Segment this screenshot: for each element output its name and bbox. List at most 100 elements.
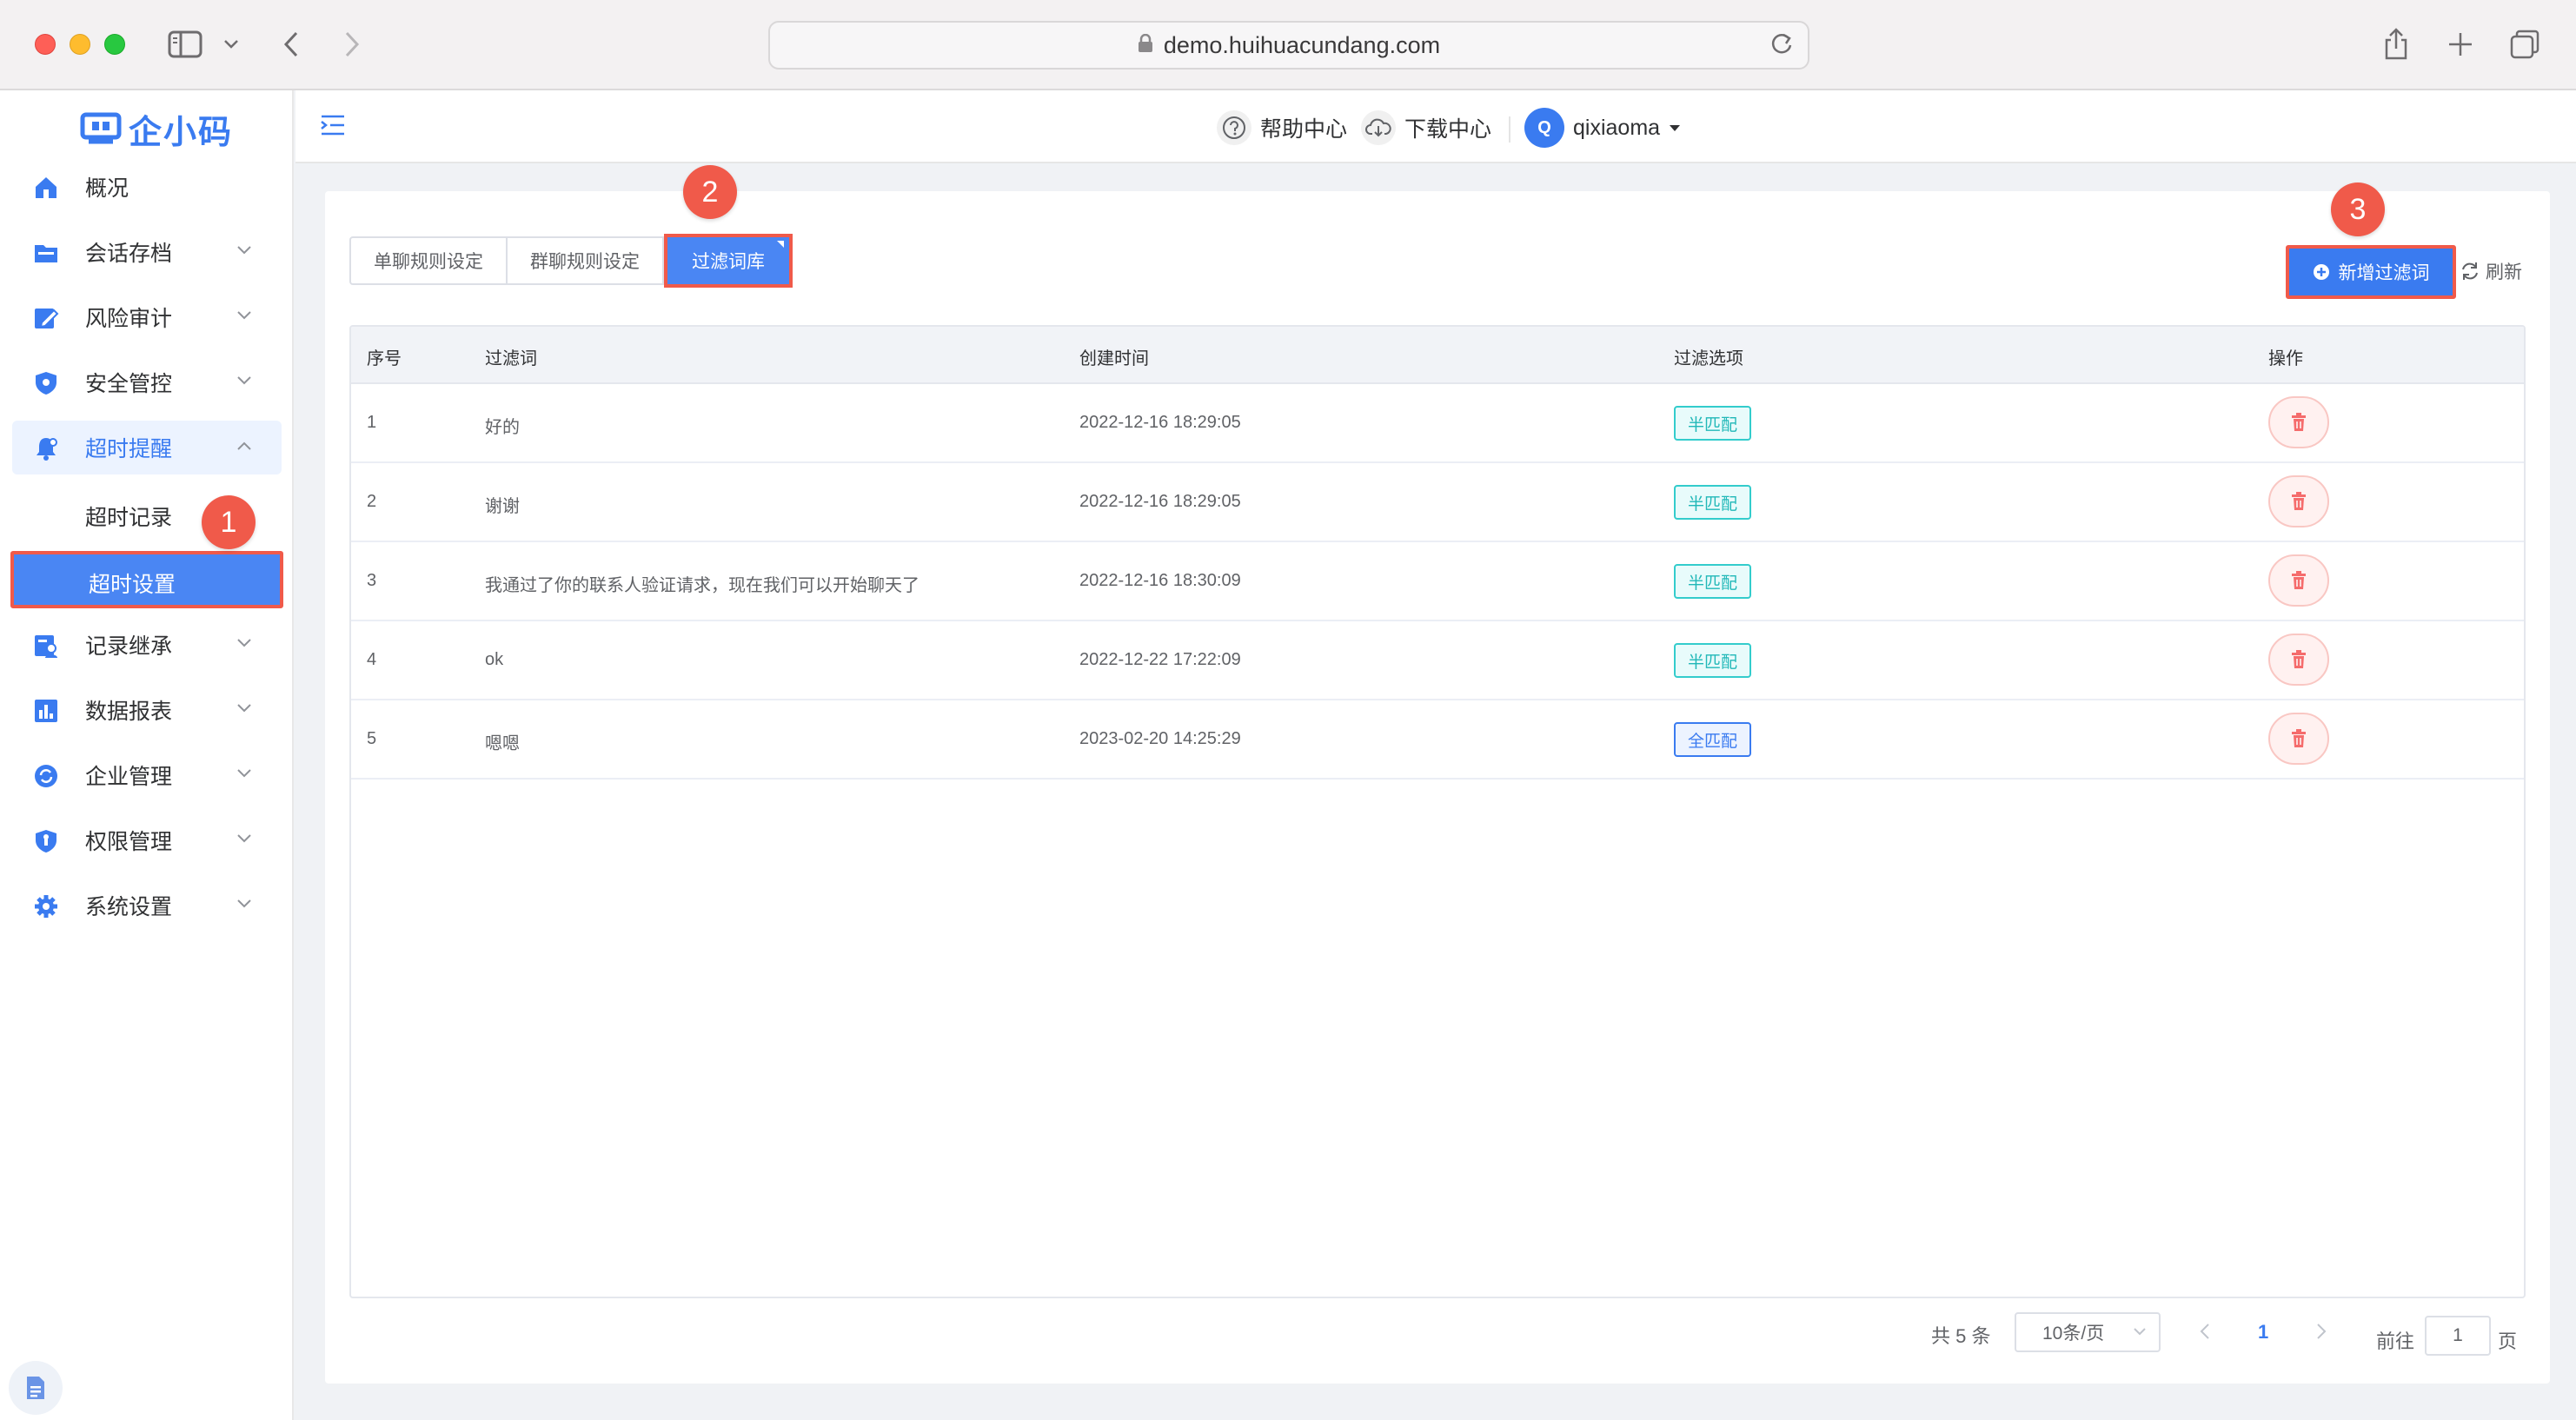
trash-icon <box>2292 413 2306 431</box>
chevron-down-icon <box>2134 1328 2146 1336</box>
forward-arrow-icon[interactable] <box>330 23 374 66</box>
close-window-button[interactable] <box>35 34 56 55</box>
share-icon[interactable] <box>2374 23 2418 66</box>
sidebar-item-label: 超时提醒 <box>85 437 173 461</box>
prev-page-icon[interactable] <box>2199 1323 2211 1340</box>
sidebar-item-data-report[interactable]: 数据报表 <box>12 683 282 737</box>
minimize-window-button[interactable] <box>70 34 90 55</box>
question-icon <box>1217 110 1251 145</box>
avatar: Q <box>1524 108 1564 148</box>
bell-icon <box>37 438 57 461</box>
plus-circle-icon <box>2313 264 2329 280</box>
match-option-tag: 半匹配 <box>1674 485 1752 520</box>
filter-word-table: 序号 过滤词 创建时间 过滤选项 操作 1 好的 2022-12-16 18:2… <box>349 325 2526 1298</box>
add-filter-word-label: 新增过滤词 <box>2338 263 2430 283</box>
chevron-down-icon <box>237 376 251 385</box>
logo-icon <box>80 112 122 144</box>
delete-button[interactable] <box>2268 475 2329 528</box>
pagination-total: 共 5 条 <box>1931 1325 1991 1347</box>
sidebar-item-record-inherit[interactable]: 记录继承 <box>12 618 282 672</box>
username: qixiaoma <box>1573 115 1661 140</box>
delete-button[interactable] <box>2268 713 2329 765</box>
delete-button[interactable] <box>2268 396 2329 448</box>
sidebar: 企小码 概况 会话存档 风险审计 安全管控 超时提醒 超时记录 超时设置 记录继… <box>0 90 294 1420</box>
cloud-download-icon <box>1361 110 1396 145</box>
table-row: 4 ok 2022-12-22 17:22:09 半匹配 <box>351 621 2524 700</box>
sidebar-toggle-icon[interactable] <box>163 23 207 66</box>
logo[interactable]: 企小码 <box>80 108 233 151</box>
row-word: 嗯嗯 <box>485 734 520 753</box>
sidebar-item-security[interactable]: 安全管控 <box>12 355 282 409</box>
trash-icon <box>2292 571 2306 589</box>
column-header-action: 操作 <box>2268 349 2303 368</box>
lock-icon <box>1138 32 1153 59</box>
bar-chart-icon <box>35 700 57 722</box>
chevron-down-icon[interactable] <box>214 23 249 66</box>
step-badge-1: 1 <box>202 495 256 549</box>
delete-button[interactable] <box>2268 634 2329 686</box>
edit-icon <box>35 309 59 328</box>
next-page-icon[interactable] <box>2315 1323 2327 1340</box>
row-index: 4 <box>367 650 377 669</box>
new-tab-plus-icon[interactable] <box>2439 23 2482 66</box>
chevron-down-icon <box>237 639 251 647</box>
zoom-window-button[interactable] <box>104 34 125 55</box>
document-icon[interactable] <box>9 1361 63 1415</box>
sidebar-item-label: 会话存档 <box>85 242 173 266</box>
user-record-icon <box>35 635 57 658</box>
delete-button[interactable] <box>2268 554 2329 607</box>
row-created: 2022-12-16 18:29:05 <box>1079 492 1241 511</box>
refresh-circle-icon <box>35 765 57 787</box>
shield-icon <box>36 372 56 395</box>
sidebar-item-label: 超时设置 <box>89 573 176 597</box>
sidebar-item-chat-archive[interactable]: 会话存档 <box>12 225 282 279</box>
sidebar-item-enterprise[interactable]: 企业管理 <box>12 748 282 802</box>
sidebar-item-risk-audit[interactable]: 风险审计 <box>12 290 282 344</box>
collapse-menu-icon[interactable] <box>320 113 346 142</box>
match-option-tag: 半匹配 <box>1674 406 1752 441</box>
row-word: ok <box>485 650 504 669</box>
download-center-button[interactable]: 下载中心 <box>1361 108 1491 148</box>
row-index: 5 <box>367 729 377 748</box>
refresh-button[interactable]: 刷新 <box>2460 254 2522 289</box>
sidebar-subitem-timeout-settings[interactable]: 超时设置 <box>10 551 283 608</box>
lock-shield-icon <box>36 830 56 853</box>
sidebar-item-permissions[interactable]: 权限管理 <box>12 813 282 867</box>
page-size-value: 10条/页 <box>2042 1324 2105 1344</box>
tab-private-chat-rules[interactable]: 单聊规则设定 <box>349 236 508 285</box>
tab-label: 过滤词库 <box>692 252 765 272</box>
row-created: 2022-12-16 18:29:05 <box>1079 413 1241 432</box>
user-menu[interactable]: Q qixiaoma <box>1524 108 1681 148</box>
match-option-tag: 半匹配 <box>1674 643 1752 678</box>
tab-overview-icon[interactable] <box>2503 23 2546 66</box>
step-badge-3: 3 <box>2331 182 2385 236</box>
page-size-select[interactable]: 10条/页 <box>2015 1312 2161 1352</box>
chevron-down-icon <box>237 834 251 843</box>
sidebar-item-timeout-reminder[interactable]: 超时提醒 <box>12 421 282 474</box>
tab-filter-words[interactable]: 过滤词库 <box>664 234 793 288</box>
tab-group-chat-rules[interactable]: 群聊规则设定 <box>508 236 664 285</box>
back-arrow-icon[interactable] <box>269 23 313 66</box>
column-header-word: 过滤词 <box>485 349 537 368</box>
reload-icon[interactable] <box>1769 31 1794 63</box>
help-center-button[interactable]: 帮助中心 <box>1217 108 1347 148</box>
rule-tabs: 单聊规则设定 群聊规则设定 过滤词库 <box>349 234 793 288</box>
trash-icon <box>2292 492 2306 510</box>
current-page[interactable]: 1 <box>2258 1321 2268 1344</box>
sidebar-item-overview[interactable]: 概况 <box>12 160 282 214</box>
page-suffix-label: 页 <box>2498 1330 2518 1352</box>
column-header-option: 过滤选项 <box>1674 349 1743 368</box>
goto-page-input[interactable]: 1 <box>2425 1316 2491 1356</box>
chevron-down-icon <box>237 704 251 713</box>
sidebar-item-system-settings[interactable]: 系统设置 <box>12 879 282 932</box>
content-card: 单聊规则设定 群聊规则设定 过滤词库 新增过滤词 刷新 序号 过滤词 创建时间 … <box>325 191 2550 1384</box>
header-divider <box>1509 116 1510 143</box>
top-header: 帮助中心 下载中心 Q qixiaoma <box>295 90 2576 163</box>
sidebar-item-label: 安全管控 <box>85 372 173 396</box>
add-filter-word-button[interactable]: 新增过滤词 <box>2286 245 2456 299</box>
column-header-index: 序号 <box>367 349 402 368</box>
address-bar[interactable]: demo.huihuacundang.com <box>768 21 1809 70</box>
chevron-down-icon <box>237 311 251 320</box>
help-center-label: 帮助中心 <box>1260 117 1348 142</box>
caret-down-icon <box>1670 125 1681 131</box>
